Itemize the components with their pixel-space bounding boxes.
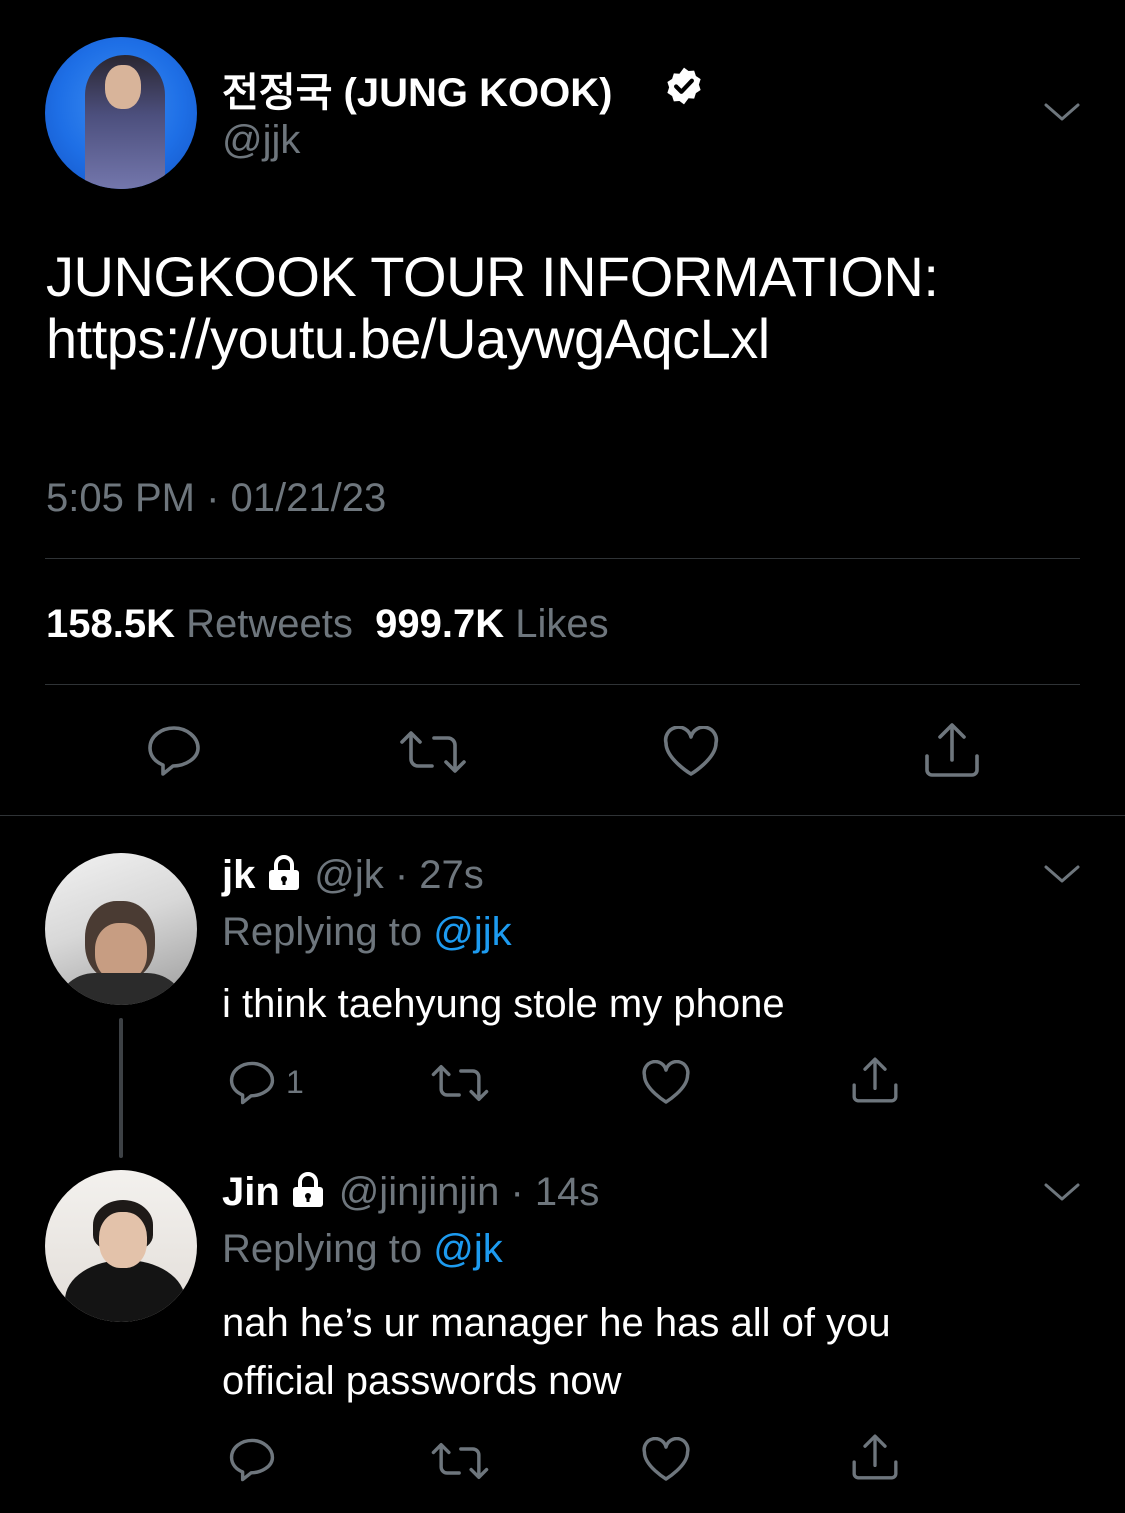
- chevron-down-icon[interactable]: [1043, 100, 1081, 124]
- reply-icon[interactable]: [228, 1060, 276, 1106]
- divider: [45, 684, 1080, 685]
- retweet-icon[interactable]: [398, 728, 468, 776]
- reply-handle-time[interactable]: @jinjinjin · 14s: [339, 1170, 600, 1214]
- replying-to-prefix: Replying to: [222, 910, 423, 954]
- replying-to-mention[interactable]: @jk: [433, 1227, 503, 1271]
- reply-avatar-jk[interactable]: [45, 853, 197, 1005]
- reply-author-name[interactable]: jk: [222, 853, 255, 897]
- avatar-face: [99, 1212, 147, 1268]
- reply-icon[interactable]: [228, 1437, 276, 1483]
- retweets-count[interactable]: 158.5K: [46, 602, 175, 646]
- author-handle[interactable]: @jjk: [222, 118, 300, 163]
- tweet-text-line: JUNGKOOK TOUR INFORMATION:: [46, 245, 939, 308]
- author-avatar[interactable]: [45, 37, 197, 189]
- reply-author-name[interactable]: Jin: [222, 1170, 280, 1214]
- reply-text: nah he’s ur manager he has all of you of…: [222, 1294, 1102, 1410]
- lock-icon: [290, 1171, 326, 1209]
- tweet-stats: 158.5K Retweets 999.7K Likes: [46, 602, 609, 647]
- avatar-body: [65, 1260, 185, 1322]
- likes-count[interactable]: 999.7K: [375, 602, 504, 646]
- like-icon[interactable]: [641, 1437, 691, 1483]
- section-divider: [0, 815, 1125, 816]
- replying-to: Replying to @jjk: [222, 910, 512, 955]
- like-icon[interactable]: [662, 726, 720, 778]
- reply-header: Jin @jinjinjin · 14s: [222, 1170, 599, 1215]
- reply-text-line: nah he’s ur manager he has all of you: [222, 1301, 891, 1345]
- author-name[interactable]: 전정국 (JUNG KOOK): [222, 60, 612, 118]
- reply-avatar-jin[interactable]: [45, 1170, 197, 1322]
- replying-to-prefix: Replying to: [222, 1227, 423, 1271]
- retweet-icon[interactable]: [430, 1062, 490, 1104]
- replying-to: Replying to @jk: [222, 1227, 503, 1272]
- reply-handle-time[interactable]: @jk · 27s: [314, 853, 484, 897]
- reply-header: jk @jk · 27s: [222, 853, 484, 898]
- retweet-icon[interactable]: [430, 1440, 490, 1482]
- tweet-link[interactable]: https://youtu.be/UaywgAqcLxl: [46, 308, 1086, 370]
- tweet-timestamp: 5:05 PM · 01/21/23: [46, 476, 387, 520]
- avatar-shirt: [55, 973, 187, 1005]
- retweets-label[interactable]: Retweets: [186, 602, 353, 646]
- reply-text: i think taehyung stole my phone: [222, 982, 785, 1026]
- replying-to-mention[interactable]: @jjk: [433, 910, 511, 954]
- share-icon[interactable]: [850, 1432, 900, 1482]
- reply-text-line: official passwords now: [222, 1359, 622, 1403]
- likes-label[interactable]: Likes: [515, 602, 608, 646]
- reply-count: 1: [286, 1064, 304, 1100]
- thread-connector: [119, 1018, 123, 1158]
- chevron-down-icon[interactable]: [1043, 1180, 1081, 1204]
- verified-badge-icon: [663, 65, 705, 107]
- reply-icon[interactable]: [146, 724, 202, 778]
- lock-icon: [266, 854, 302, 892]
- tweet-text: JUNGKOOK TOUR INFORMATION: https://youtu…: [46, 246, 1086, 370]
- avatar-face: [105, 65, 141, 109]
- divider: [45, 558, 1080, 559]
- like-icon[interactable]: [641, 1060, 691, 1106]
- share-icon[interactable]: [850, 1055, 900, 1105]
- share-icon[interactable]: [922, 720, 982, 780]
- chevron-down-icon[interactable]: [1043, 862, 1081, 886]
